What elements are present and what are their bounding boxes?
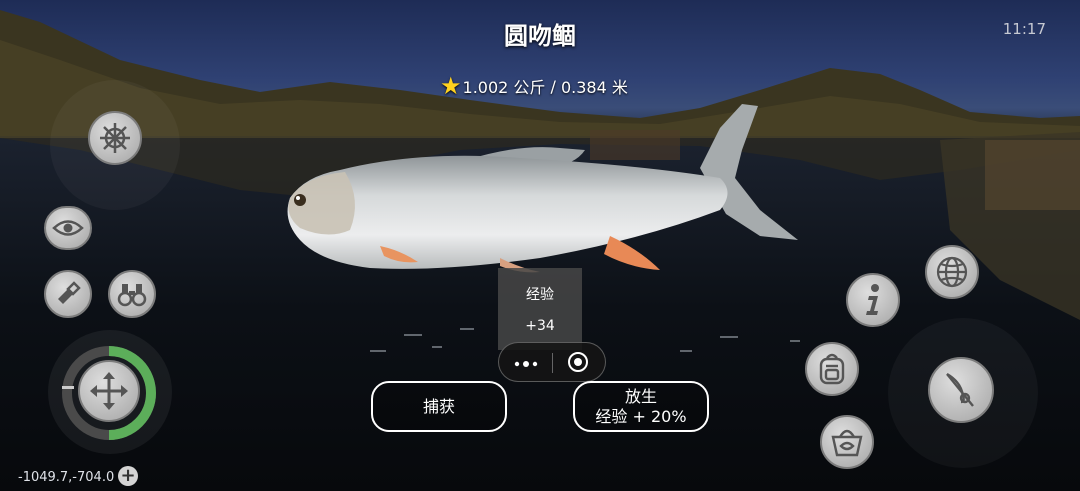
close-target-icon[interactable] — [568, 352, 588, 372]
fishing-rod-icon[interactable] — [928, 357, 994, 423]
capsule-divider — [552, 353, 553, 373]
info-icon[interactable] — [846, 273, 900, 327]
catch-stats: ★ 1.002 公斤 / 0.384 米 — [440, 72, 628, 100]
xp-label: 经验 — [526, 287, 554, 303]
more-options-icon[interactable] — [514, 361, 538, 367]
fish-length: 0.384 米 — [560, 78, 628, 97]
catch-button-label: 捕获 — [422, 396, 455, 416]
backpack-icon[interactable] — [805, 342, 859, 396]
ship-wheel-icon[interactable] — [88, 111, 142, 165]
coordinates-readout: -1049.7,-704.0 — [18, 470, 115, 485]
release-button-label: 放生 — [624, 386, 657, 406]
move-arrows-icon[interactable] — [78, 360, 140, 422]
catch-button[interactable]: 捕获 — [371, 381, 507, 432]
mini-program-capsule — [498, 342, 606, 382]
xp-value: +34 — [525, 318, 555, 334]
xp-popup: 经验 +34 — [498, 268, 582, 350]
stats-separator: / — [545, 76, 561, 96]
flashlight-icon[interactable] — [44, 270, 92, 318]
clock: 11:17 — [1002, 20, 1046, 38]
add-waypoint-button[interactable]: + — [118, 466, 138, 486]
fish-name-title: 圆吻鲴 — [504, 22, 576, 50]
globe-icon[interactable] — [925, 245, 979, 299]
fish-weight: 1.002 公斤 — [462, 78, 546, 97]
release-button[interactable]: 放生 经验 + 20% — [573, 381, 709, 432]
joystick-tick — [62, 386, 74, 389]
fish-basket-icon[interactable] — [820, 415, 874, 469]
binoculars-icon[interactable] — [108, 270, 156, 318]
star-icon: ★ — [440, 72, 462, 100]
release-bonus-label: 经验 + 20% — [595, 406, 687, 426]
eye-icon[interactable] — [44, 206, 92, 250]
